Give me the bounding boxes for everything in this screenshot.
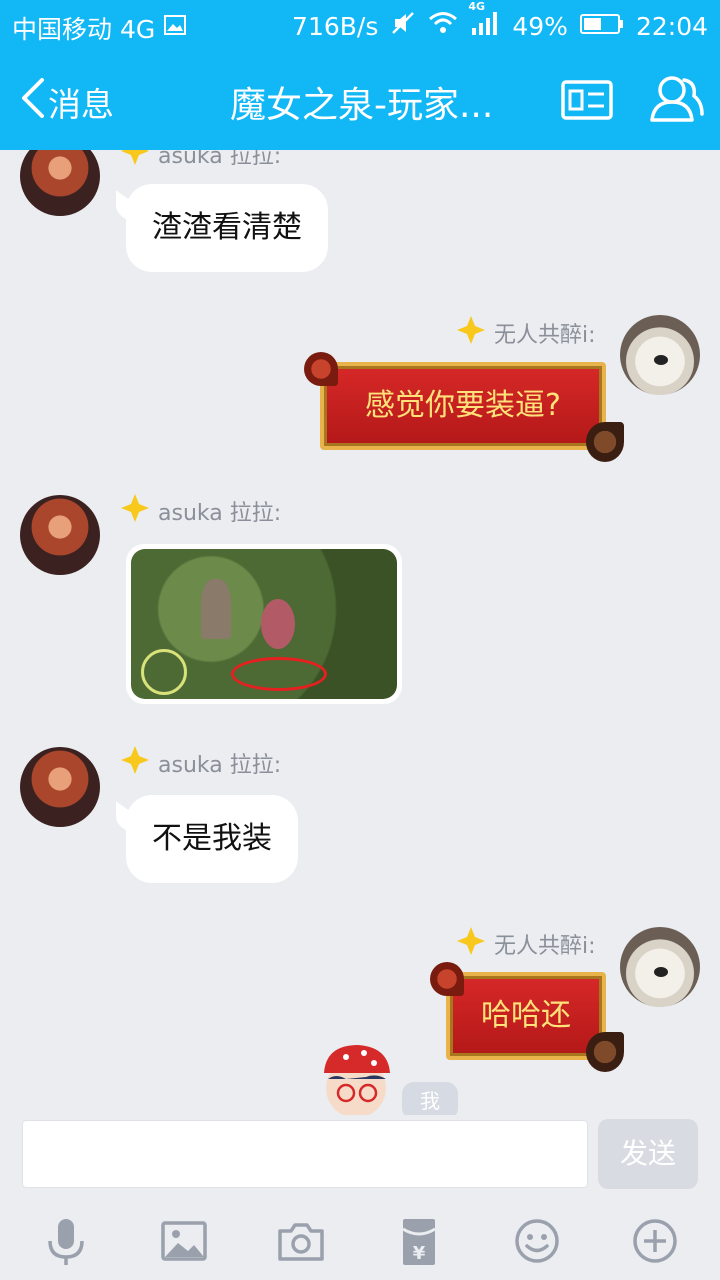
back-button[interactable]: 消息	[18, 76, 114, 128]
avatar[interactable]	[620, 315, 700, 395]
sender-name: asuka 拉拉:	[120, 493, 281, 529]
floating-avatar-sticker[interactable]	[306, 1033, 406, 1118]
message-bubble[interactable]: 渣渣看清楚	[126, 184, 328, 272]
group-card-button[interactable]	[561, 80, 613, 124]
game-screenshot-image	[131, 549, 397, 699]
message-input[interactable]	[22, 1120, 588, 1188]
back-label: 消息	[48, 85, 114, 124]
clock: 22:04	[635, 11, 708, 41]
red-circle-annotation	[231, 657, 327, 691]
send-button[interactable]: 发送	[598, 1119, 698, 1189]
photo-album-button[interactable]	[160, 1217, 208, 1265]
sticker-bubble[interactable]: 感觉你要装逼?	[304, 352, 624, 462]
sticker-bubble[interactable]: 哈哈还	[430, 962, 624, 1072]
sender-name: asuka 拉拉:	[120, 745, 281, 781]
camera-icon	[277, 1223, 325, 1269]
avatar[interactable]	[620, 927, 700, 1007]
chat-title: 魔女之泉-玩家...	[230, 85, 494, 126]
game-character	[261, 599, 295, 649]
microphone-icon	[42, 1219, 90, 1271]
emoji-button[interactable]	[513, 1217, 561, 1265]
image-icon	[160, 1221, 208, 1269]
game-character	[201, 579, 231, 639]
emoji-icon	[513, 1219, 561, 1269]
plus-icon	[631, 1219, 679, 1269]
svg-text:¥: ¥	[413, 1243, 426, 1264]
mute-icon	[390, 10, 416, 42]
dragon-ornament-icon	[586, 422, 624, 462]
dragon-ornament-icon	[430, 962, 464, 996]
member-level-icon	[456, 926, 494, 962]
message-list[interactable]: asuka 拉拉: 渣渣看清楚 无人共醉i: 感觉你要装逼? asuka 拉拉:…	[0, 150, 720, 1115]
avatar[interactable]	[20, 495, 100, 575]
red-envelope-button[interactable]: ¥	[395, 1217, 443, 1265]
status-bar: 中国移动 4G 716B/s 4G 49% 22:04	[0, 0, 720, 50]
dragon-ornament-icon	[586, 1032, 624, 1072]
signal-icon: 4G	[468, 0, 500, 42]
dragon-ornament-icon	[304, 352, 338, 386]
red-envelope-icon: ¥	[395, 1219, 443, 1271]
wifi-icon	[428, 11, 458, 41]
image-message[interactable]	[126, 544, 402, 704]
sender-name: asuka 拉拉:	[120, 150, 281, 172]
id-card-icon	[561, 80, 613, 124]
group-members-icon	[648, 76, 704, 128]
sender-name: 无人共醉i:	[456, 926, 596, 962]
member-level-icon	[120, 493, 158, 529]
avatar[interactable]	[20, 150, 100, 216]
sender-name: 无人共醉i:	[456, 315, 596, 351]
group-members-button[interactable]	[648, 74, 704, 128]
member-level-icon	[120, 150, 158, 172]
member-level-icon	[120, 745, 158, 781]
chat-header: 消息 魔女之泉-玩家...	[0, 50, 720, 150]
more-button[interactable]	[631, 1217, 679, 1265]
member-level-icon	[456, 315, 494, 351]
voice-button[interactable]	[42, 1217, 90, 1265]
chevron-left-icon	[18, 76, 48, 128]
carrier-label: 中国移动 4G	[12, 15, 156, 44]
battery-icon	[579, 12, 624, 41]
input-bar: 发送 ¥	[0, 1115, 720, 1280]
gallery-notification-icon	[163, 13, 187, 43]
camera-button[interactable]	[277, 1217, 325, 1265]
battery-percent: 49%	[512, 11, 568, 41]
avatar[interactable]	[20, 747, 100, 827]
game-joystick	[141, 649, 187, 695]
signal-type-label: 4G	[468, 0, 486, 13]
network-speed: 716B/s	[292, 11, 379, 41]
message-bubble[interactable]: 不是我装	[126, 795, 298, 883]
